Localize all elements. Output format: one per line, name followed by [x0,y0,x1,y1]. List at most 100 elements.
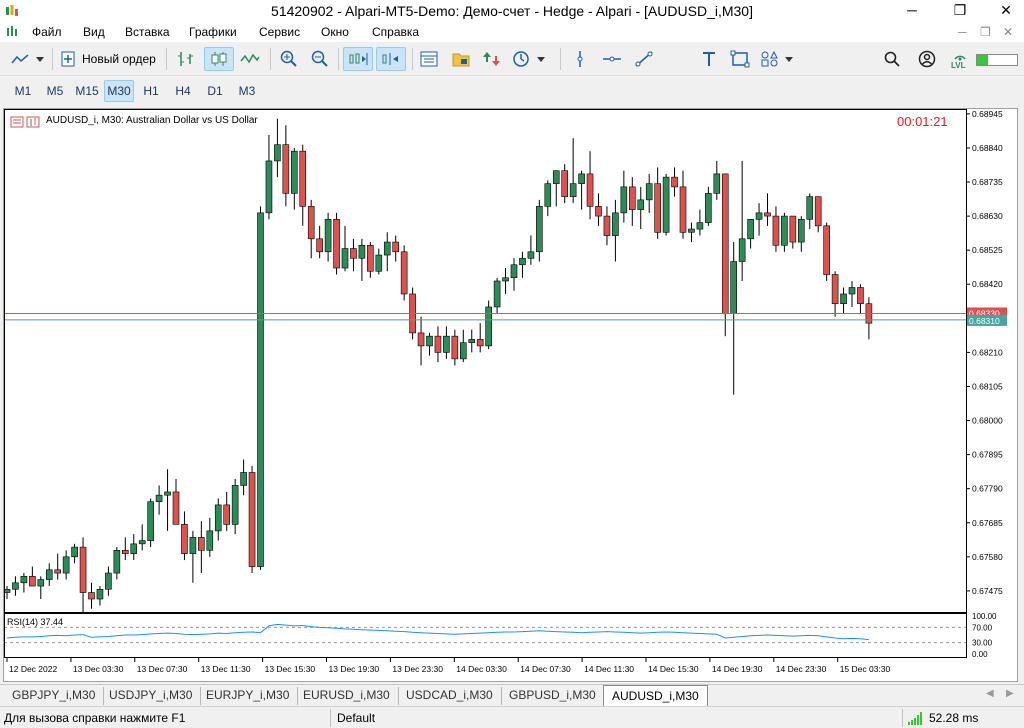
zoom-in-icon[interactable] [280,50,298,68]
trendline-icon[interactable] [634,50,654,68]
chart-symbol-label: AUDUSD_i, M30: Australian Dollar vs US D… [46,115,258,126]
doc-close-button[interactable]: ✕ [1003,25,1013,39]
candle-body [214,504,222,532]
templates-icon[interactable] [452,51,470,67]
search-icon[interactable] [884,51,900,67]
x-tick-label: 14 Dec 11:30 [584,664,634,674]
candle-body [510,264,518,279]
autoscroll-button[interactable] [343,47,373,71]
tabs-scroll-right-icon[interactable]: ▶ [1006,688,1014,699]
candle-body [519,257,526,266]
timeframe-h1[interactable]: H1 [136,80,166,102]
candle-body [375,254,383,272]
status-ping: 52.28 ms [929,711,979,725]
vertical-line-icon[interactable] [572,50,588,68]
restore-button[interactable]: ❐ [944,0,976,22]
tab-eurusd[interactable]: EURUSD_i,M30 [295,687,399,705]
candle-body [181,524,188,554]
menu-window[interactable]: Окно [321,25,349,39]
y-tick-label: 0.67790 [972,484,1003,494]
account-icon[interactable] [918,50,936,68]
candle-body [730,261,738,314]
candle-body [536,206,543,253]
timeframe-m30[interactable]: M30 [104,80,134,102]
tab-gbpusd[interactable]: GBPUSD_i,M30 [501,687,605,705]
y-tick-label: 0.68630 [972,211,1003,221]
candle-body [257,212,264,567]
x-tick-label: 14 Dec 23:30 [776,664,827,674]
x-tick-label: 15 Dec 03:30 [840,664,891,674]
candle-body [223,504,230,525]
doc-restore-button[interactable]: ❐ [980,25,991,39]
candle-body [645,183,653,201]
chart-shift-button[interactable] [376,47,406,71]
candle-body [595,206,602,217]
candle-body [54,569,62,574]
periodicity-icon[interactable] [512,50,548,68]
price-chart[interactable]: 0.68945 0.68840 0.68735 0.68630 0.68525 0.684… [3,109,1019,683]
new-order-button[interactable]: Новый ордер [82,52,156,66]
candle-body [814,196,822,227]
timeframe-m1[interactable]: M1 [8,80,38,102]
doc-minimize-button[interactable]: ─ [958,25,967,39]
chart-window[interactable]: 0.68945 0.68840 0.68735 0.68630 0.68525 0.684… [3,108,1018,682]
horizontal-line-icon[interactable] [602,50,622,68]
menu-insert[interactable]: Вставка [125,25,170,39]
candle-body [105,572,112,590]
x-tick-label: 14 Dec 19:30 [712,664,763,674]
timeframe-d1[interactable]: D1 [200,80,230,102]
x-tick-label: 13 Dec 23:30 [392,664,443,674]
menu-charts[interactable]: Графики [189,25,237,39]
candle-body [823,225,830,275]
new-order-icon[interactable] [60,51,76,67]
candle-body [155,494,163,502]
timeframe-m5[interactable]: M5 [40,80,70,102]
indicators-icon[interactable] [420,51,438,67]
y-tick-label: 0.68840 [972,143,1003,153]
line-chart-icon[interactable] [240,51,260,67]
candle-body [29,576,36,587]
candle-body [341,248,349,269]
candle-body [290,150,298,194]
candle-body [459,342,467,360]
menu-file[interactable]: Файл [32,25,62,39]
tab-usdjpy[interactable]: USDJPY_i,M30 [101,687,202,705]
candle-body [206,530,214,551]
candlestick-button[interactable] [204,47,234,71]
menu-help[interactable]: Справка [372,25,419,39]
shapes-icon[interactable] [760,50,796,68]
rsi-tick-label: 70.00 [972,623,993,632]
candle-body [248,472,256,567]
tab-eurjpy[interactable]: EURJPY_i,M30 [198,687,299,705]
timeframe-m3[interactable]: M3 [232,80,262,102]
menu-tools[interactable]: Сервис [259,25,300,39]
menu-view[interactable]: Вид [83,25,105,39]
zoom-out-icon[interactable] [311,50,329,68]
tabs-scroll-left-icon[interactable]: ◀ [986,688,994,699]
close-button[interactable]: ✕ [990,0,1022,22]
chart-menu-icon[interactable] [10,116,40,128]
signal-icon[interactable]: LVL [950,49,970,71]
candle-body [671,176,678,188]
x-tick-label: 13 Dec 11:30 [201,664,251,674]
text-icon[interactable] [700,50,718,68]
tab-gbpjpy[interactable]: GBPJPY_i,M30 [4,687,105,705]
tab-audusd[interactable]: AUDUSD_i,M30 [603,685,708,706]
y-tick-label: 0.68945 [972,109,1003,119]
algotrading-icon[interactable] [482,50,502,68]
minimize-button[interactable]: ─ [896,0,928,22]
tab-usdcad[interactable]: USDCAD_i,M30 [398,687,502,705]
candle-body [333,219,340,269]
candle-body [198,537,205,551]
timeframe-m15[interactable]: M15 [72,80,102,102]
chart-window-icon[interactable] [6,25,20,39]
candle-body [307,206,315,240]
rectangle-icon[interactable] [730,50,750,68]
candle-body [840,293,847,305]
candle-body [831,274,839,305]
bar-chart-icon[interactable] [176,50,196,68]
timeframe-h4[interactable]: H4 [168,80,198,102]
chart-type-icon[interactable] [10,51,46,67]
candle-body [612,212,619,236]
candle-body [527,251,535,259]
